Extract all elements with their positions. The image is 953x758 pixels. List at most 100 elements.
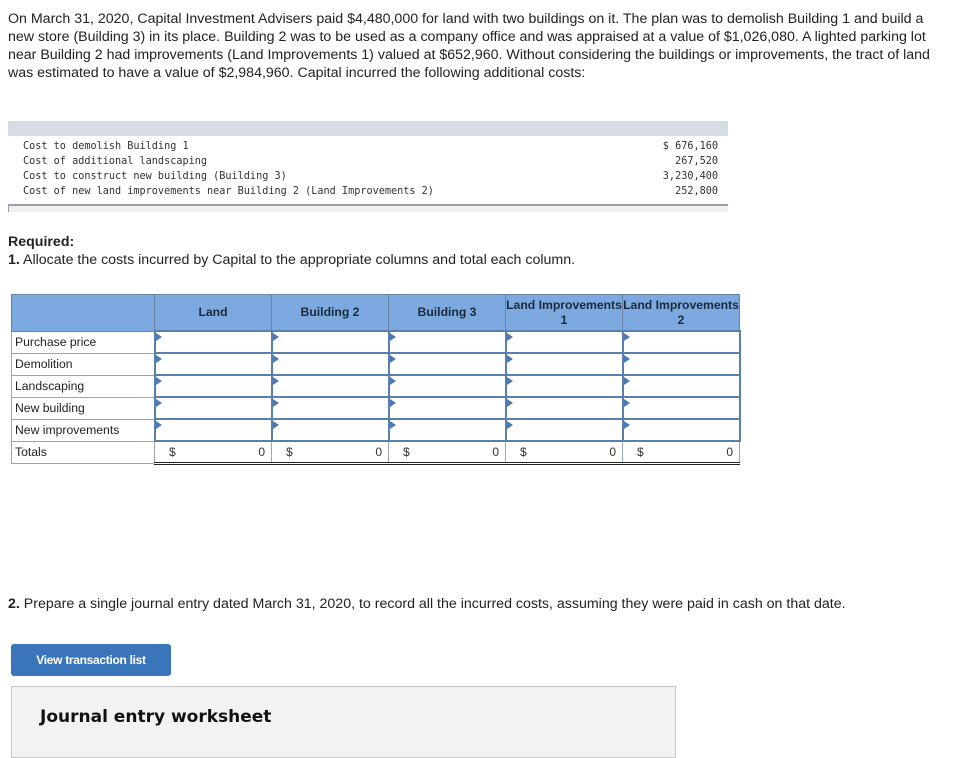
amount-input[interactable] — [272, 354, 388, 374]
input-marker-icon — [506, 333, 513, 341]
input-marker-icon — [389, 333, 396, 341]
cost-row: Cost of additional landscaping 267,520 — [23, 154, 718, 169]
input-marker-icon — [389, 421, 396, 429]
amount-cell[interactable] — [621, 396, 741, 420]
costs-footer-bar — [8, 204, 728, 212]
table-header-row: Land Building 2 Building 3 Land Improvem… — [11, 294, 740, 332]
total-value: 0 — [492, 445, 499, 459]
view-transaction-list-button[interactable]: View transaction list — [11, 644, 171, 676]
currency-symbol: $ — [286, 445, 293, 459]
input-marker-icon — [389, 355, 396, 363]
amount-cell[interactable] — [153, 330, 273, 354]
cost-label: Cost of new land improvements near Build… — [23, 186, 434, 197]
amount-input[interactable] — [155, 354, 271, 374]
part1-number: 1. — [8, 252, 20, 268]
amount-input[interactable] — [623, 332, 739, 352]
part2-number: 2. — [8, 596, 20, 612]
amount-input[interactable] — [272, 420, 388, 440]
column-header-land-improvements-2: Land Improvements 2 — [622, 294, 740, 332]
currency-symbol: $ — [403, 445, 410, 459]
required-heading: Required: — [8, 234, 75, 250]
input-marker-icon — [506, 355, 513, 363]
amount-cell[interactable] — [153, 396, 273, 420]
amount-input[interactable] — [506, 398, 622, 418]
cost-amount: $ 676,160 — [662, 141, 718, 152]
amount-input[interactable] — [272, 376, 388, 396]
amount-input[interactable] — [272, 332, 388, 352]
header-corner — [11, 294, 155, 332]
amount-input[interactable] — [389, 354, 505, 374]
part1-text: Allocate the costs incurred by Capital t… — [19, 252, 576, 268]
totals-label: Totals — [11, 440, 155, 464]
worksheet-title: Journal entry worksheet — [40, 707, 272, 727]
amount-cell[interactable] — [621, 352, 741, 376]
part2-text: Prepare a single journal entry dated Mar… — [19, 596, 846, 612]
amount-input[interactable] — [506, 332, 622, 352]
table-row: Purchase price — [11, 330, 741, 354]
amount-cell[interactable] — [504, 352, 624, 376]
total-cell: $0 — [271, 440, 389, 465]
amount-cell[interactable] — [270, 396, 390, 420]
amount-cell[interactable] — [387, 330, 507, 354]
amount-input[interactable] — [623, 420, 739, 440]
amount-input[interactable] — [389, 376, 505, 396]
input-marker-icon — [623, 333, 630, 341]
input-marker-icon — [623, 377, 630, 385]
cost-amount: 3,230,400 — [662, 171, 718, 182]
input-marker-icon — [623, 355, 630, 363]
amount-cell[interactable] — [153, 418, 273, 442]
amount-cell[interactable] — [504, 330, 624, 354]
amount-cell[interactable] — [504, 396, 624, 420]
input-marker-icon — [155, 377, 162, 385]
input-marker-icon — [272, 355, 279, 363]
amount-input[interactable] — [389, 332, 505, 352]
amount-input[interactable] — [506, 354, 622, 374]
amount-cell[interactable] — [153, 374, 273, 398]
amount-input[interactable] — [155, 398, 271, 418]
amount-input[interactable] — [389, 398, 505, 418]
column-header-land: Land — [154, 294, 272, 332]
input-marker-icon — [272, 333, 279, 341]
amount-input[interactable] — [155, 420, 271, 440]
amount-cell[interactable] — [621, 330, 741, 354]
amount-cell[interactable] — [504, 374, 624, 398]
part2-instruction: 2. Prepare a single journal entry dated … — [8, 595, 846, 613]
amount-cell[interactable] — [387, 396, 507, 420]
amount-input[interactable] — [623, 398, 739, 418]
amount-cell[interactable] — [504, 418, 624, 442]
amount-cell[interactable] — [387, 352, 507, 376]
amount-input[interactable] — [155, 332, 271, 352]
allocation-table: Land Building 2 Building 3 Land Improvem… — [11, 294, 741, 465]
amount-cell[interactable] — [387, 418, 507, 442]
amount-input[interactable] — [506, 420, 622, 440]
amount-cell[interactable] — [153, 352, 273, 376]
amount-input[interactable] — [389, 420, 505, 440]
amount-cell[interactable] — [270, 330, 390, 354]
amount-input[interactable] — [155, 376, 271, 396]
total-cell: $0 — [154, 440, 272, 465]
amount-input[interactable] — [506, 376, 622, 396]
currency-symbol: $ — [520, 445, 527, 459]
amount-input[interactable] — [623, 354, 739, 374]
amount-cell[interactable] — [270, 374, 390, 398]
total-cell: $0 — [505, 440, 623, 465]
amount-cell[interactable] — [387, 374, 507, 398]
amount-cell[interactable] — [621, 374, 741, 398]
cost-amount: 252,800 — [675, 186, 718, 197]
amount-input[interactable] — [272, 398, 388, 418]
input-marker-icon — [623, 421, 630, 429]
cost-label: Cost to demolish Building 1 — [23, 141, 189, 152]
row-label: Landscaping — [11, 374, 155, 398]
amount-cell[interactable] — [270, 352, 390, 376]
amount-input[interactable] — [623, 376, 739, 396]
column-header-land-improvements-1: Land Improvements 1 — [505, 294, 623, 332]
cost-row: Cost to demolish Building 1 $ 676,160 — [23, 139, 718, 154]
cost-row: Cost to construct new building (Building… — [23, 169, 718, 184]
input-marker-icon — [155, 333, 162, 341]
input-marker-icon — [506, 399, 513, 407]
currency-symbol: $ — [169, 445, 176, 459]
amount-cell[interactable] — [270, 418, 390, 442]
input-marker-icon — [506, 377, 513, 385]
currency-symbol: $ — [637, 445, 644, 459]
amount-cell[interactable] — [621, 418, 741, 442]
